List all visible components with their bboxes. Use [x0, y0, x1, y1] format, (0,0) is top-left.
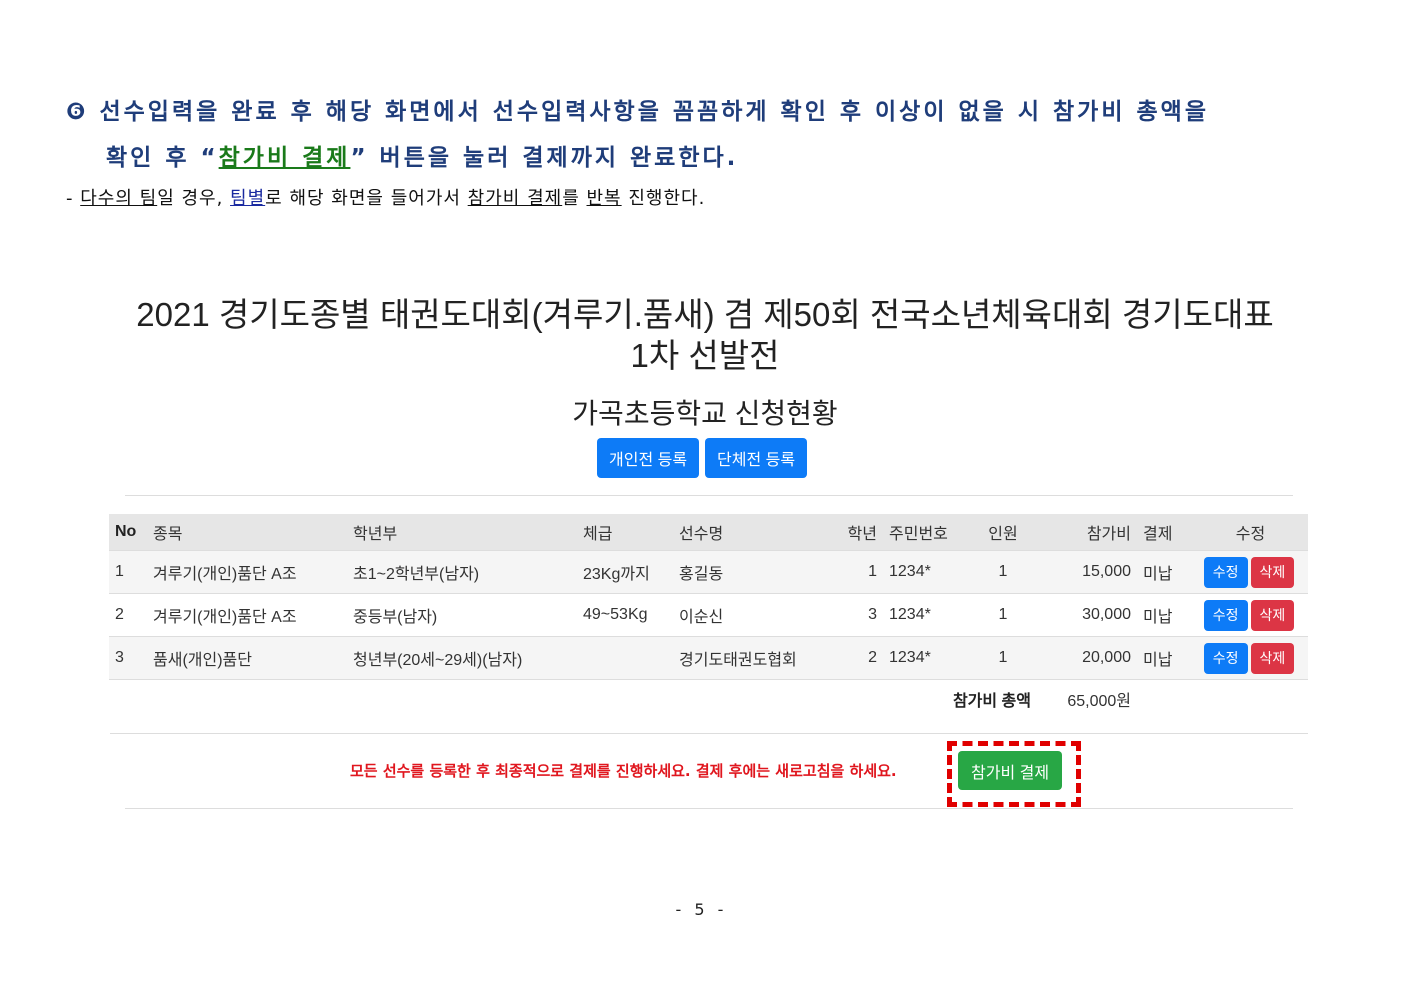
cell-actions: 수정 삭제	[1193, 550, 1308, 594]
individual-register-button[interactable]: 개인전 등록	[597, 438, 700, 478]
note-text: 로 해당 화면을 들어가서	[265, 188, 468, 209]
instruction-block: ❻ 선수입력을 완료 후 해당 화면에서 선수입력사항을 꼼꼼하게 확인 후 이…	[66, 92, 1306, 210]
cell-payment: 미납	[1137, 550, 1193, 594]
note-text: 일 경우,	[157, 188, 231, 209]
total-label: 참가비 총액	[109, 679, 1037, 718]
note-underline: 반복	[586, 188, 622, 209]
cell-payment: 미납	[1137, 636, 1193, 680]
cell-event: 겨루기(개인)품단 A조	[147, 550, 347, 594]
cell-weight	[577, 636, 673, 680]
registration-table: No 종목 학년부 체급 선수명 학년 주민번호 인원 참가비 결제 수정 1 …	[109, 514, 1308, 718]
col-event: 종목	[147, 514, 347, 551]
col-name: 선수명	[673, 514, 833, 551]
pay-button-reference: 참가비 결제	[218, 145, 351, 171]
instruction-line-3: - 다수의 팀일 경우, 팀별로 해당 화면을 들어가서 참가비 결제를 반복 …	[66, 184, 1306, 210]
delete-button[interactable]: 삭제	[1250, 599, 1295, 631]
col-grade: 학년	[833, 514, 883, 551]
total-value: 65,000원	[1037, 679, 1137, 718]
table-row: 3 품새(개인)품단 청년부(20세~29세)(남자) 경기도태권도협회 2 1…	[109, 636, 1308, 680]
registration-buttons: 개인전 등록 단체전 등록	[597, 438, 808, 478]
cell-no: 2	[109, 593, 147, 637]
cell-id: 1234*	[883, 593, 969, 637]
edit-button[interactable]: 수정	[1203, 599, 1248, 631]
cell-weight: 49~53Kg	[577, 593, 673, 637]
cell-actions: 수정 삭제	[1193, 636, 1308, 680]
page-title-line-2: 1차 선발전	[630, 337, 780, 374]
instruction-line-1: ❻ 선수입력을 완료 후 해당 화면에서 선수입력사항을 꼼꼼하게 확인 후 이…	[66, 99, 1209, 125]
cell-payment: 미납	[1137, 593, 1193, 637]
edit-button[interactable]: 수정	[1203, 642, 1248, 674]
team-register-button[interactable]: 단체전 등록	[705, 438, 808, 478]
pay-fee-button[interactable]: 참가비 결제	[958, 751, 1063, 790]
table-row: 2 겨루기(개인)품단 A조 중등부(남자) 49~53Kg 이순신 3 123…	[109, 593, 1308, 637]
cell-event: 겨루기(개인)품단 A조	[147, 593, 347, 637]
cell-count: 1	[969, 593, 1037, 637]
cell-division: 청년부(20세~29세)(남자)	[347, 636, 577, 680]
cell-no: 3	[109, 636, 147, 680]
cell-weight: 23Kg까지	[577, 550, 673, 594]
cell-id: 1234*	[883, 550, 969, 594]
school-subtitle: 가곡초등학교 신청현황	[572, 398, 838, 429]
cell-count: 1	[969, 550, 1037, 594]
col-fee: 참가비	[1037, 514, 1137, 551]
cell-name: 이순신	[673, 593, 833, 637]
cell-fee: 20,000	[1037, 636, 1137, 680]
cell-division: 중등부(남자)	[347, 593, 577, 637]
divider	[110, 733, 1308, 734]
col-no: No	[109, 514, 147, 551]
instruction-text: ” 버튼을 눌러 결제까지 완료한다.	[350, 145, 739, 171]
table-header-row: No 종목 학년부 체급 선수명 학년 주민번호 인원 참가비 결제 수정	[109, 514, 1308, 551]
note-text: 를	[562, 188, 587, 209]
total-empty	[1137, 679, 1308, 718]
note-underline: 참가비 결제	[467, 188, 563, 209]
cell-fee: 30,000	[1037, 593, 1137, 637]
note-text: -	[66, 188, 81, 209]
cell-division: 초1~2학년부(남자)	[347, 550, 577, 594]
cell-no: 1	[109, 550, 147, 594]
col-id: 주민번호	[883, 514, 969, 551]
table-row: 1 겨루기(개인)품단 A조 초1~2학년부(남자) 23Kg까지 홍길동 1 …	[109, 550, 1308, 594]
page-title-line-1: 2021 경기도종별 태권도대회(겨루기.품새) 겸 제50회 전국소년체육대회…	[136, 296, 1274, 333]
note-underline: 팀별	[230, 188, 266, 209]
col-edit: 수정	[1193, 514, 1308, 551]
divider	[125, 808, 1293, 809]
note-underline: 다수의 팀	[80, 188, 158, 209]
cell-grade: 2	[833, 636, 883, 680]
col-count: 인원	[969, 514, 1037, 551]
cell-id: 1234*	[883, 636, 969, 680]
divider	[125, 495, 1293, 496]
delete-button[interactable]: 삭제	[1250, 556, 1295, 588]
edit-button[interactable]: 수정	[1203, 556, 1248, 588]
page-title: 2021 경기도종별 태권도대회(겨루기.품새) 겸 제50회 전국소년체육대회…	[100, 294, 1310, 376]
note-text: 진행한다.	[621, 188, 706, 209]
cell-grade: 1	[833, 550, 883, 594]
payment-notice: 모든 선수를 등록한 후 최종적으로 결제를 진행하세요. 결제 후에는 새로고…	[350, 762, 897, 780]
cell-grade: 3	[833, 593, 883, 637]
col-payment: 결제	[1137, 514, 1193, 551]
total-row: 참가비 총액 65,000원	[109, 679, 1308, 718]
cell-fee: 15,000	[1037, 550, 1137, 594]
cell-name: 홍길동	[673, 550, 833, 594]
cell-event: 품새(개인)품단	[147, 636, 347, 680]
instruction-text: 확인 후 “	[106, 145, 219, 171]
cell-actions: 수정 삭제	[1193, 593, 1308, 637]
col-weight: 체급	[577, 514, 673, 551]
col-division: 학년부	[347, 514, 577, 551]
cell-count: 1	[969, 636, 1037, 680]
page-number: - 5 -	[675, 900, 728, 919]
instruction-line-2: 확인 후 “참가비 결제” 버튼을 눌러 결제까지 완료한다.	[106, 138, 1306, 172]
cell-name: 경기도태권도협회	[673, 636, 833, 680]
delete-button[interactable]: 삭제	[1250, 642, 1295, 674]
